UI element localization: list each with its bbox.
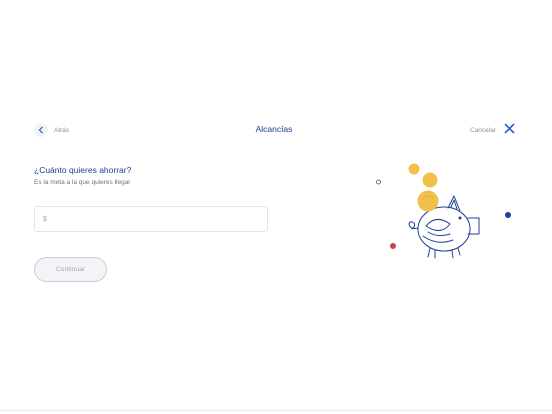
cancel-label: Cancelar: [470, 126, 497, 134]
currency-symbol: $: [43, 215, 47, 223]
question-subtext: Es la meta a la que quieres llegar: [34, 179, 131, 186]
cancel-button[interactable]: Cancelar: [470, 122, 515, 138]
question-heading: ¿Cuánto quieres ahorrar?: [34, 165, 132, 175]
amount-input[interactable]: [50, 208, 267, 230]
close-icon[interactable]: [504, 121, 515, 139]
back-label: Atrás: [54, 126, 70, 134]
page-title: Alcancías: [255, 124, 293, 134]
amount-field[interactable]: $: [34, 206, 268, 232]
chevron-left-icon: [34, 123, 48, 137]
back-button[interactable]: Atrás: [34, 122, 69, 138]
piggy-bank-illustration: [368, 158, 518, 268]
bottom-divider: [0, 410, 552, 411]
continue-button[interactable]: Continuar: [34, 257, 107, 282]
